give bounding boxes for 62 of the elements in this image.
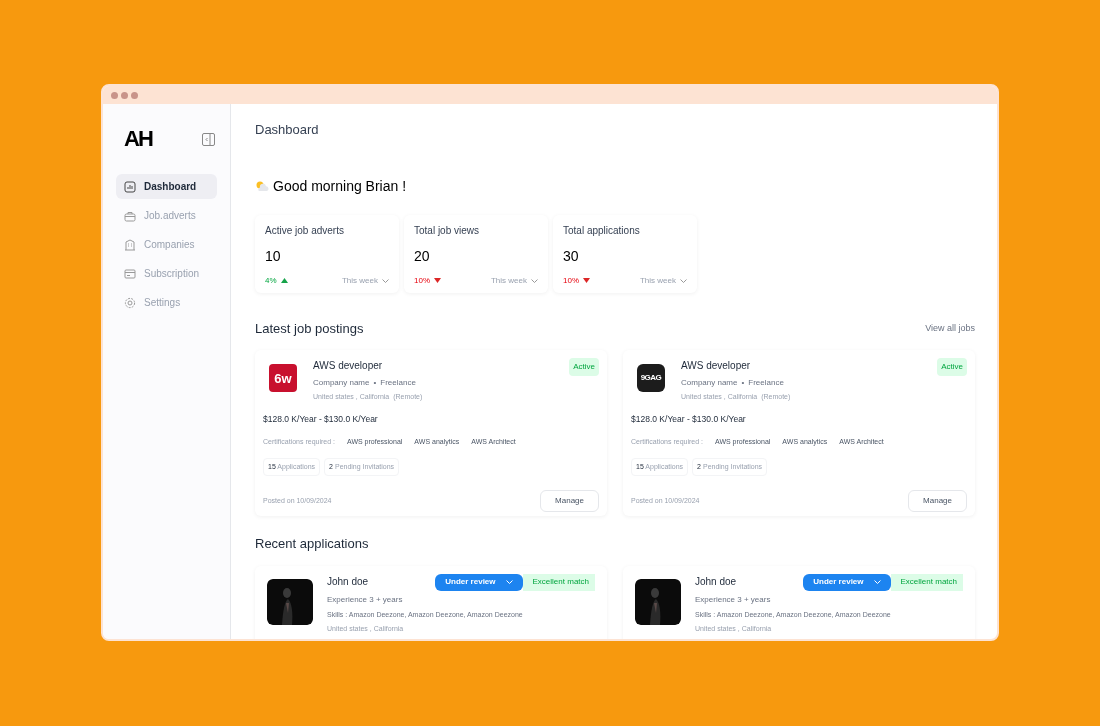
match-badge: Excellent match	[890, 573, 963, 591]
experience: Experience 3 + years	[695, 593, 772, 606]
company-logo: 6w	[269, 364, 297, 392]
chevron-down-icon	[680, 278, 687, 283]
applicant-name: John doe	[327, 574, 369, 589]
separator: •	[741, 377, 745, 389]
trend-value: 10%	[414, 274, 430, 287]
weather-icon	[255, 180, 269, 192]
triangle-down-icon	[434, 278, 441, 283]
salary: $128.0 K/Year - $130.0 K/Year	[631, 412, 747, 426]
experience: Experience 3 + years	[327, 593, 404, 606]
company-name: Company name	[681, 377, 738, 389]
status-badge: Active	[937, 358, 967, 376]
stat-value: 30	[563, 246, 580, 266]
applicant-name: John doe	[695, 574, 737, 589]
section-title: Latest job postings	[255, 319, 364, 338]
job-title: AWS developer	[313, 359, 384, 373]
chevron-down-icon	[505, 580, 513, 584]
stat-value: 10	[265, 246, 282, 266]
stat-value: 20	[414, 246, 431, 266]
triangle-up-icon	[280, 278, 288, 283]
chevron-down-icon	[873, 580, 881, 584]
salary: $128.0 K/Year - $130.0 K/Year	[263, 412, 379, 426]
view-all-link[interactable]: View all jobs	[925, 321, 975, 335]
sidebar-item[interactable]: Subscription	[116, 261, 217, 286]
manage-button[interactable]: Manage	[908, 490, 967, 512]
job-type: Freelance	[380, 377, 416, 389]
triangle-down-icon	[583, 278, 590, 283]
status-dropdown[interactable]: Under review	[803, 573, 891, 591]
trend-value: 4%	[265, 274, 277, 287]
building-icon	[124, 238, 136, 251]
match-badge: Excellent match	[522, 573, 595, 591]
trend-value: 10%	[563, 274, 579, 287]
logo: AH	[124, 128, 152, 150]
status-badge: Active	[569, 358, 599, 376]
chevron-down-icon	[382, 278, 389, 283]
separator: •	[373, 377, 377, 389]
company-name: Company name	[313, 377, 370, 389]
job-title: AWS developer	[681, 359, 752, 373]
sidebar-item[interactable]: Dashboard	[116, 174, 217, 199]
section-title: Recent applications	[255, 535, 370, 553]
stat-label: Active job adverts	[265, 223, 345, 238]
period-dropdown[interactable]: This week	[342, 274, 389, 287]
briefcase-icon	[124, 209, 136, 222]
period-dropdown[interactable]: This week	[640, 274, 687, 287]
page-title: Dashboard	[255, 121, 320, 139]
sidebar-item[interactable]: Settings	[116, 290, 217, 315]
sidebar-item[interactable]: Job.adverts	[116, 203, 217, 228]
stat-label: Total job views	[414, 223, 481, 238]
stat-label: Total applications	[563, 223, 641, 238]
job-type: Freelance	[748, 377, 784, 389]
manage-button[interactable]: Manage	[540, 490, 599, 512]
company-logo: 9GAG	[637, 364, 665, 392]
settings-icon	[124, 296, 136, 309]
sidebar-item[interactable]: Companies	[116, 232, 217, 257]
chart-icon	[124, 180, 136, 193]
greeting: Good morning Brian !	[273, 176, 407, 196]
status-dropdown[interactable]: Under review	[435, 573, 523, 591]
sidebar-toggle-icon[interactable]	[202, 132, 215, 146]
chevron-down-icon	[531, 278, 538, 283]
period-dropdown[interactable]: This week	[491, 274, 538, 287]
card-icon	[124, 267, 136, 280]
